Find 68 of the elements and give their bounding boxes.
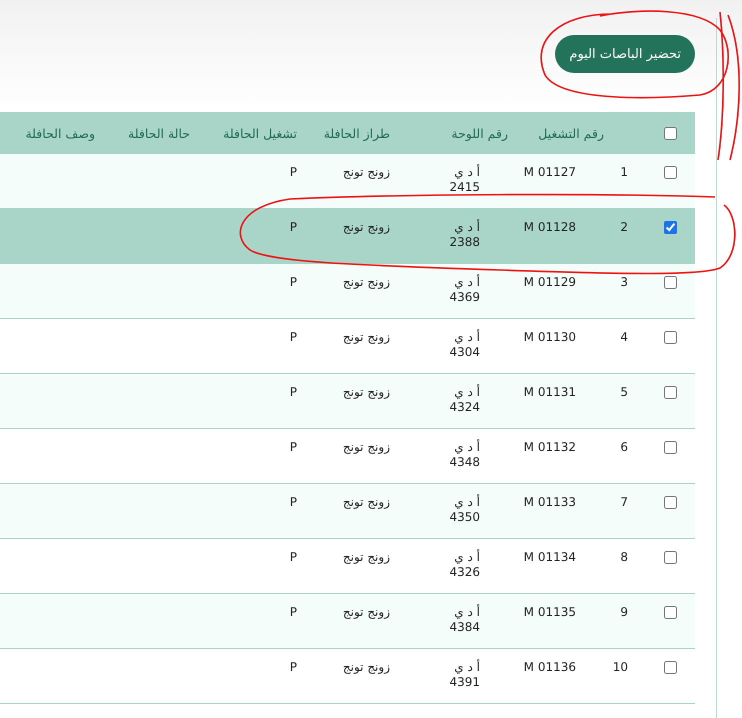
table-cell: M 01133 [524,495,576,509]
table-cell: M 01127 [524,165,576,179]
table-cell: P [290,385,297,399]
table-cell: P [290,440,297,454]
table-cell: 7 [620,495,628,509]
table-cell-text: أ د ي 4350 [448,495,480,525]
table-cell: P [290,330,297,344]
table-cell: 2 [620,220,628,234]
column-header[interactable]: رقم التشغيل [538,126,604,140]
table-cell: زونج تونج [342,165,390,179]
table-cell: زونج تونج [342,220,390,234]
table-cell: P [290,605,297,619]
table-cell-text: أ د ي 4369 [448,275,480,305]
table-cell: 3 [620,275,628,289]
row-checkbox[interactable] [664,331,676,344]
table-cell: زونج تونج [342,605,390,619]
column-header[interactable]: تشغيل الحافلة [223,126,297,140]
table-cell: زونج تونج [342,495,390,509]
table-cell: P [290,660,297,674]
table-cell: M 01132 [524,440,576,454]
table-cell: P [290,275,297,289]
row-checkbox[interactable] [664,551,676,564]
table-cell-text: أ د ي 2388 [448,220,480,250]
column-header[interactable]: رقم اللوحة [451,126,508,140]
table-cell: M 01128 [524,220,576,234]
table-cell: 10 [612,660,628,674]
table-cell: M 01129 [524,275,576,289]
table-cell: زونج تونج [342,330,390,344]
table-cell: M 01131 [524,385,576,399]
select-all-checkbox[interactable] [664,126,676,140]
prepare-buses-button[interactable]: تحضير الباصات اليوم [555,35,695,73]
table-cell: P [290,550,297,564]
column-header[interactable]: وصف الحافلة [25,126,95,140]
row-checkbox[interactable] [664,496,676,509]
row-checkbox[interactable] [664,276,676,289]
row-checkbox[interactable] [664,221,676,234]
table-cell: زونج تونج [342,275,390,289]
table-cell-text: أ د ي 4391 [448,660,480,690]
table-cell-text: أ د ي 4304 [448,330,480,360]
table-cell: M 01130 [524,330,576,344]
row-checkbox[interactable] [664,661,676,674]
table-cell: زونج تونج [342,385,390,399]
row-checkbox[interactable] [664,441,676,454]
row-checkbox[interactable] [664,606,676,619]
table-cell: M 01134 [524,550,576,564]
table-cell: 8 [620,550,628,564]
table-cell: P [290,495,297,509]
table-cell: M 01136 [524,660,576,674]
table-cell-text: أ د ي 4324 [448,385,480,415]
table-cell: 1 [620,165,628,179]
table-cell-text: أ د ي 2415 [448,165,480,195]
table-cell: 9 [620,605,628,619]
table-cell: زونج تونج [342,660,390,674]
column-header[interactable]: طراز الحافلة [324,126,390,140]
table-cell-text: أ د ي 4384 [448,605,480,635]
table-cell-text: أ د ي 4326 [448,550,480,580]
table-cell: M 01135 [524,605,576,619]
row-checkbox[interactable] [664,166,676,179]
table-cell: P [290,220,297,234]
table-cell: زونج تونج [342,550,390,564]
table-cell: 6 [620,440,628,454]
table-cell: 5 [620,385,628,399]
table-cell: 4 [620,330,628,344]
column-header[interactable]: حالة الحافلة [128,126,190,140]
table-cell: زونج تونج [342,440,390,454]
table-cell-text: أ د ي 4348 [448,440,480,470]
row-checkbox[interactable] [664,386,676,399]
table-cell: P [290,165,297,179]
